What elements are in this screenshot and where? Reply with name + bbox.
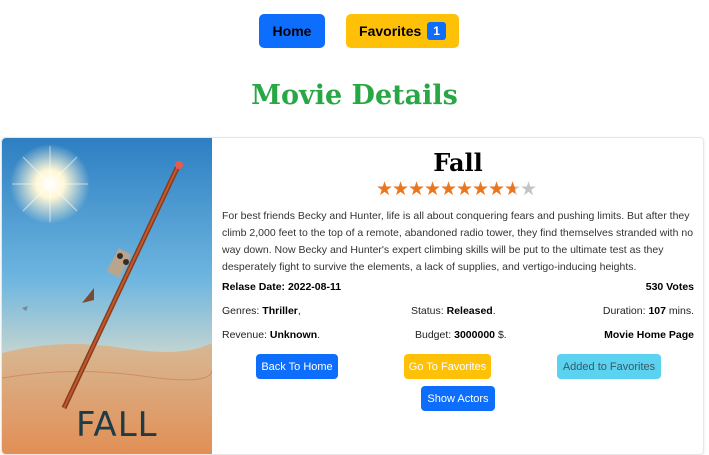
release-date: Relase Date: 2022-08-11 bbox=[222, 281, 341, 293]
genres-suffix: , bbox=[297, 305, 301, 317]
release-votes-row: Relase Date: 2022-08-11 530 Votes bbox=[222, 281, 694, 297]
show-actors-button[interactable]: Show Actors bbox=[421, 386, 495, 411]
favorites-count-badge: 1 bbox=[427, 22, 446, 40]
star-icon: ★ bbox=[488, 178, 506, 200]
star-icon: ★ bbox=[520, 178, 538, 200]
duration-value: 107 bbox=[648, 305, 666, 317]
poster-title-text: FALL bbox=[76, 405, 158, 445]
movie-details: Fall ★ ★ ★ ★ ★ ★ ★ ★ ★ ★ For best friend… bbox=[212, 138, 704, 454]
star-icon: ★ bbox=[456, 178, 474, 200]
budget-value: 3000000 bbox=[454, 329, 496, 341]
movie-overview: For best friends Becky and Hunter, life … bbox=[222, 210, 694, 273]
back-to-home-button[interactable]: Back To Home bbox=[256, 354, 338, 379]
duration-label: Duration: bbox=[602, 305, 646, 317]
star-icon: ★ bbox=[376, 178, 394, 200]
status: Status: Released. bbox=[411, 305, 496, 317]
status-value: Released bbox=[446, 305, 493, 317]
revenue: Revenue: Unknown. bbox=[222, 329, 320, 341]
release-label: Relase Date: bbox=[222, 281, 286, 293]
revenue-suffix: . bbox=[317, 329, 321, 341]
status-suffix: . bbox=[492, 305, 496, 317]
genres-label: Genres: bbox=[222, 305, 260, 317]
poster-image: FALL bbox=[2, 138, 212, 454]
favorites-nav-button[interactable]: Favorites 1 bbox=[346, 14, 459, 48]
movie-poster: FALL bbox=[2, 138, 212, 454]
budget-label: Budget: bbox=[415, 329, 452, 341]
favorites-nav-label: Favorites bbox=[359, 23, 422, 39]
go-to-favorites-button[interactable]: Go To Favorites bbox=[404, 354, 491, 379]
star-icon: ★ bbox=[392, 178, 410, 200]
star-icon: ★ bbox=[504, 178, 522, 200]
movie-home-page-link[interactable]: Movie Home Page bbox=[604, 329, 694, 341]
revenue-value: Unknown bbox=[269, 329, 318, 341]
duration: Duration: 107 mins. bbox=[603, 305, 694, 317]
genres: Genres: Thriller, bbox=[222, 305, 301, 317]
revenue-label: Revenue: bbox=[222, 329, 267, 341]
rating-stars: ★ ★ ★ ★ ★ ★ ★ ★ ★ ★ bbox=[376, 180, 538, 202]
star-icon: ★ bbox=[440, 178, 458, 200]
star-icon: ★ bbox=[472, 178, 490, 200]
status-label: Status: bbox=[411, 305, 444, 317]
added-to-favorites-button[interactable]: Added to Favorites bbox=[557, 354, 661, 379]
genres-value: Thriller bbox=[262, 305, 298, 317]
release-value: 2022-08-11 bbox=[287, 281, 342, 293]
star-icon: ★ bbox=[424, 178, 442, 200]
home-nav-button[interactable]: Home bbox=[259, 14, 325, 48]
revenue-budget-homepage-row: Revenue: Unknown. Budget: 3000000 $. Mov… bbox=[222, 329, 694, 345]
vote-count: 530 Votes bbox=[645, 281, 694, 293]
movie-title: Fall bbox=[433, 148, 483, 177]
genres-status-duration-row: Genres: Thriller, Status: Released. Dura… bbox=[222, 305, 694, 321]
top-nav: Home Favorites 1 bbox=[0, 14, 709, 48]
star-icon: ★ bbox=[408, 178, 426, 200]
budget-suffix: $. bbox=[497, 329, 507, 341]
page-title: Movie Details bbox=[251, 80, 458, 111]
duration-suffix: mins. bbox=[668, 305, 694, 317]
movie-card: FALL Fall ★ ★ ★ ★ ★ ★ ★ ★ ★ ★ For best f… bbox=[1, 137, 704, 455]
budget: Budget: 3000000 $. bbox=[415, 329, 507, 341]
